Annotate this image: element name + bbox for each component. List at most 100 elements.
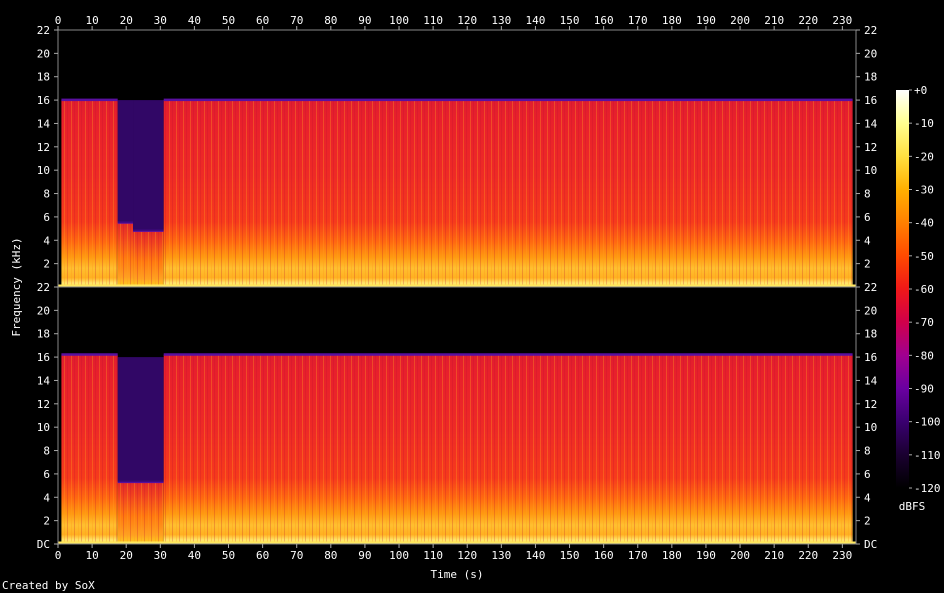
colorbar-tick-label: +0 [914, 84, 927, 97]
y-tick-label-left: 16 [37, 94, 50, 107]
faded-region [117, 357, 164, 483]
colorbar-tick-label: -20 [914, 150, 934, 163]
y-tick-label-left: 6 [43, 211, 50, 224]
y-tick-label-left: 22 [37, 24, 50, 37]
y-tick-label-right: 18 [864, 71, 877, 84]
y-tick-label-right: 2 [864, 515, 871, 528]
x-tick-label-top: 200 [730, 14, 750, 27]
x-tick-label-bottom: 150 [560, 549, 580, 562]
x-tick-label-top: 90 [358, 14, 371, 27]
colorbar: +0 -10 -20 -30 -40 -50 -60 -70 -80 -90 -100 -110 -12… [896, 84, 941, 513]
x-tick-label-bottom: 180 [662, 549, 682, 562]
y-tick-label-right: 8 [864, 445, 871, 458]
y-tick-label-right: 4 [864, 234, 871, 247]
x-tick-label-top: 230 [832, 14, 852, 27]
colorbar-label: dBFS [899, 500, 926, 513]
y-tick-label-right: 14 [864, 374, 878, 387]
y-tick-label-left: 20 [37, 304, 50, 317]
y-tick-label-left: 2 [43, 258, 50, 271]
x-tick-label-top: 190 [696, 14, 716, 27]
colorbar-tick-label: -40 [914, 217, 934, 230]
x-tick-label-bottom: 110 [423, 549, 443, 562]
y-tick-label-left: 22 [37, 281, 50, 294]
y-tick-label-left: 8 [43, 445, 50, 458]
colorbar-gradient [896, 90, 909, 488]
x-tick-label-bottom: 50 [222, 549, 235, 562]
segment-texture [117, 222, 134, 287]
x-tick-label-top: 40 [188, 14, 201, 27]
y-tick-label-right: 22 [864, 24, 877, 37]
colorbar-tick-label: -30 [914, 184, 934, 197]
colorbar-tick-label: -90 [914, 383, 934, 396]
cutoff-edge [163, 353, 853, 356]
x-tick-label-bottom: 0 [55, 549, 62, 562]
x-tick-label-bottom: 160 [594, 549, 614, 562]
cutoff-edge [61, 353, 118, 356]
x-tick-label-top: 80 [324, 14, 337, 27]
x-tick-label-bottom: 10 [85, 549, 98, 562]
x-tick-label-top: 220 [798, 14, 818, 27]
x-tick-label-bottom: 210 [764, 549, 784, 562]
spectrum-segment [61, 353, 118, 544]
y-tick-label-left: 6 [43, 468, 50, 481]
spectrum-segment [133, 100, 164, 287]
y-tick-label-right: 14 [864, 117, 878, 130]
y-tick-label-right: 12 [864, 141, 877, 154]
x-tick-label-top: 10 [85, 14, 98, 27]
y-tick-label-left: 10 [37, 164, 50, 177]
x-tick-label-top: 140 [525, 14, 545, 27]
x-tick-label-bottom: 70 [290, 549, 303, 562]
spectrum-segment [117, 100, 134, 287]
spectrum-segment [117, 357, 164, 544]
x-tick-label-bottom: 30 [154, 549, 167, 562]
x-tick-label-top: 30 [154, 14, 167, 27]
y-tick-label-right: 6 [864, 468, 871, 481]
x-axis-title: Time (s) [431, 568, 484, 581]
x-tick-label-bottom: 190 [696, 549, 716, 562]
segment-texture [163, 100, 853, 287]
y-tick-label-left: 14 [37, 374, 51, 387]
segment-texture [117, 482, 164, 544]
x-tick-label-bottom: 40 [188, 549, 201, 562]
y-axis-title: Frequency (kHz) [10, 237, 23, 336]
y-tick-label-right: 16 [864, 94, 877, 107]
y-tick-label-left: 20 [37, 47, 50, 60]
colorbar-tick-label: -50 [914, 250, 934, 263]
x-tick-label-top: 100 [389, 14, 409, 27]
spectrum-segment [163, 98, 853, 287]
spectrogram-channel-1: 2 24 46 68 810 1012 1214 1416 1618 1820 2022 22 [37, 24, 878, 288]
x-tick-label-bottom: 60 [256, 549, 269, 562]
x-tick-label-bottom: 100 [389, 549, 409, 562]
x-tick-label-top: 110 [423, 14, 443, 27]
segment-texture [133, 230, 164, 287]
x-tick-label-top: 20 [120, 14, 133, 27]
y-tick-label-left: 16 [37, 351, 50, 364]
y-tick-label-right: 4 [864, 491, 871, 504]
spectrum-segment [163, 353, 853, 544]
x-tick-label-bottom: 20 [120, 549, 133, 562]
credit-text: Created by SoX [2, 579, 95, 592]
chart-root: 2 24 46 68 810 1012 1214 1416 1618 1820 2022 22DC DC… [2, 14, 941, 592]
y-tick-label-right: 8 [864, 188, 871, 201]
x-tick-label-top: 0 [55, 14, 62, 27]
y-tick-label-right: 2 [864, 258, 871, 271]
y-tick-label-left: 4 [43, 234, 50, 247]
colorbar-tick-label: -70 [914, 316, 934, 329]
x-tick-label-bottom: 170 [628, 549, 648, 562]
y-tick-label-left: 12 [37, 398, 50, 411]
colorbar-tick-label: -10 [914, 117, 934, 130]
segment-texture [163, 354, 853, 544]
x-tick-label-top: 70 [290, 14, 303, 27]
colorbar-tick-label: -60 [914, 283, 934, 296]
y-tick-label-right: 12 [864, 398, 877, 411]
x-tick-label-bottom: 130 [491, 549, 511, 562]
colorbar-tick-label: -110 [914, 449, 941, 462]
segment-texture [61, 354, 118, 544]
y-tick-label-right: DC [864, 538, 877, 551]
x-tick-label-bottom: 200 [730, 549, 750, 562]
y-tick-label-left: 18 [37, 328, 50, 341]
x-tick-label-bottom: 120 [457, 549, 477, 562]
y-tick-label-right: 20 [864, 47, 877, 60]
x-tick-label-bottom: 220 [798, 549, 818, 562]
spectrum-segment [61, 98, 118, 287]
